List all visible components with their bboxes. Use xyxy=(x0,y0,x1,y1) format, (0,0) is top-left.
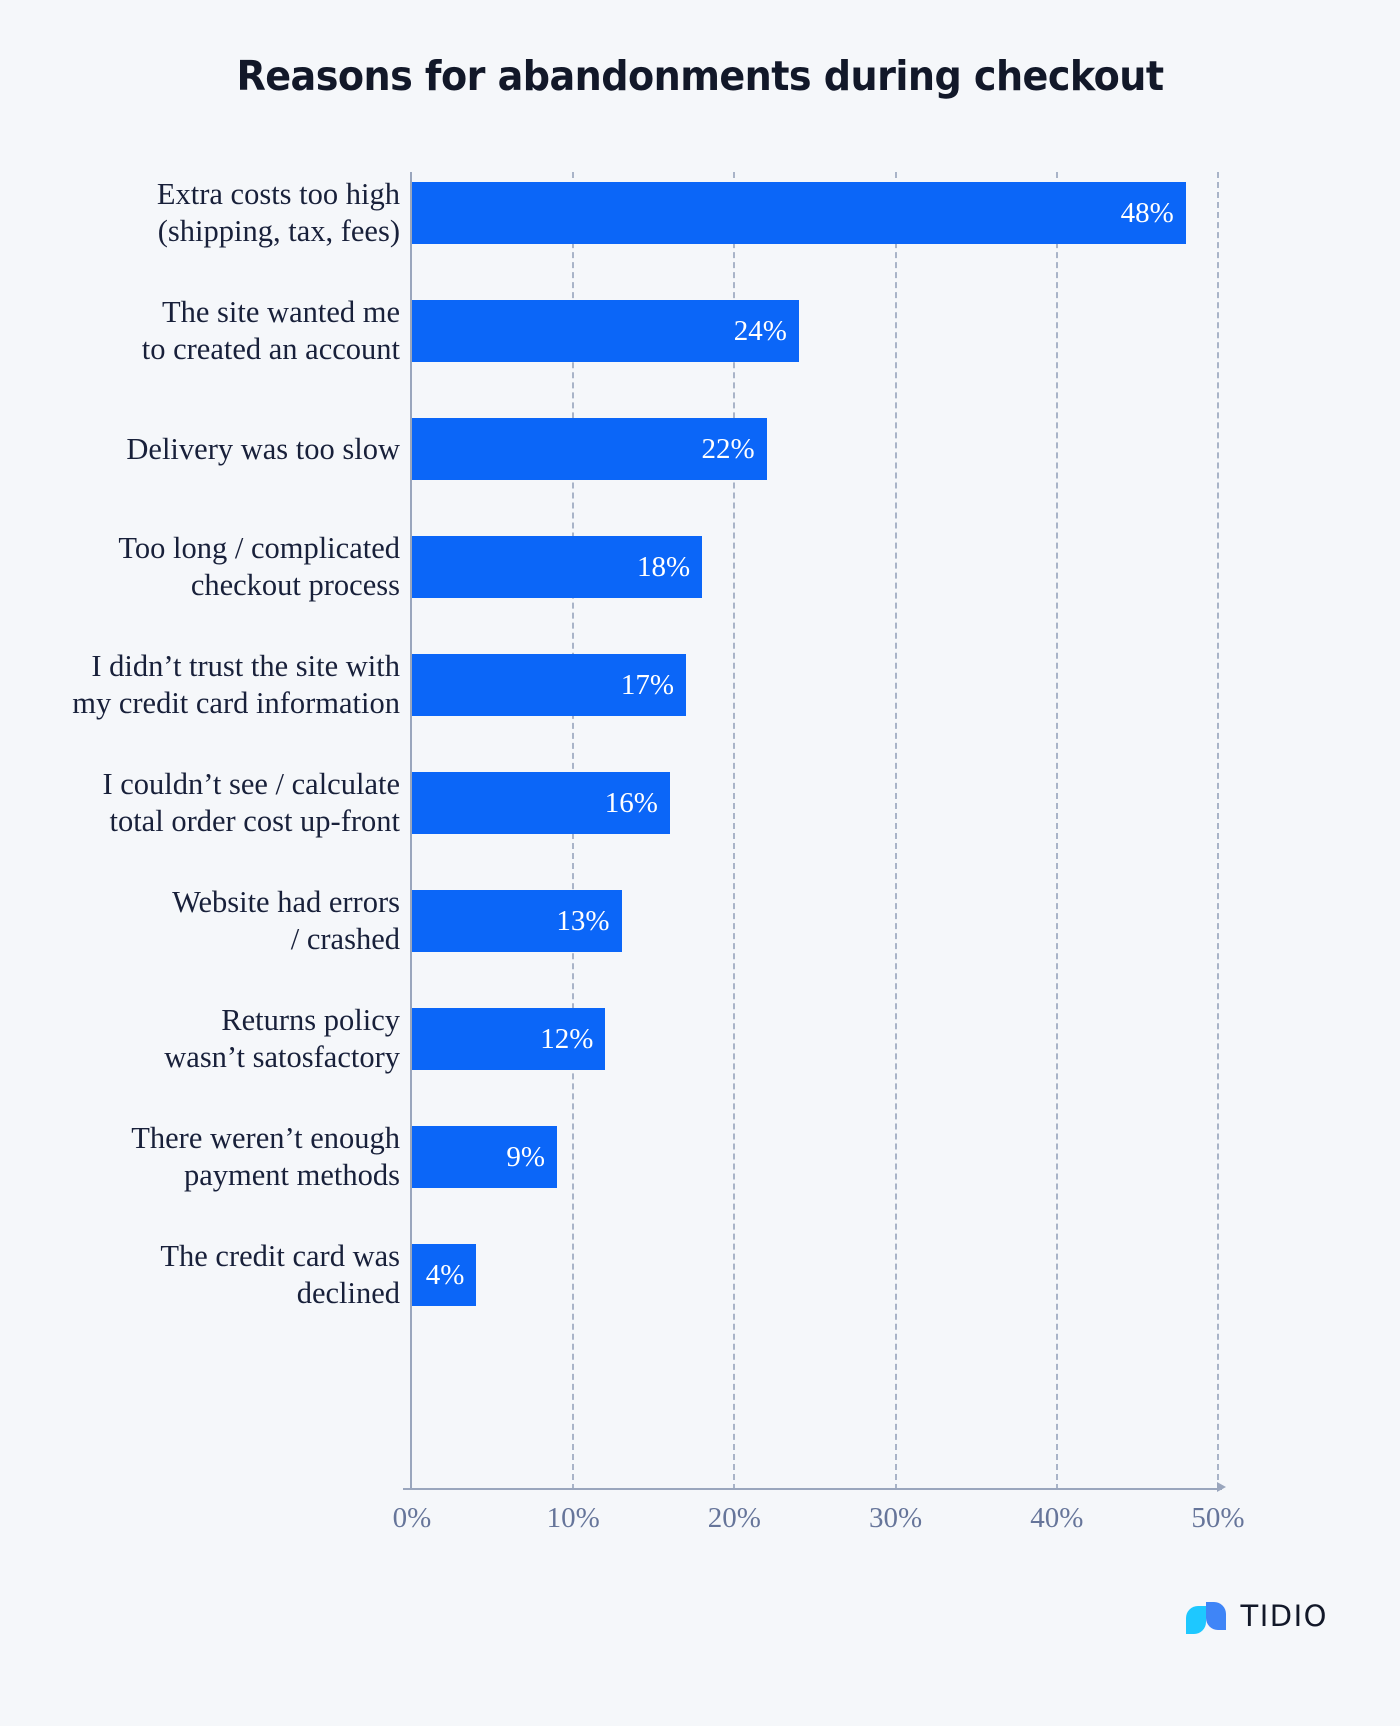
bar-value-label: 9% xyxy=(506,1140,546,1173)
tidio-logo: TIDIO xyxy=(1184,1596,1328,1636)
x-tick-label: 40% xyxy=(1030,1502,1084,1534)
bar-row: The credit card was declined 4% xyxy=(45,1239,1355,1362)
bar[interactable]: 48% xyxy=(412,182,1186,244)
bar-value-label: 12% xyxy=(540,1022,594,1055)
bar[interactable]: 4% xyxy=(412,1244,477,1306)
bar-value-label: 13% xyxy=(556,904,610,937)
category-label: The site wanted me to created an account xyxy=(141,295,400,366)
category-label: I couldn’t see / calculate total order c… xyxy=(102,767,400,838)
tidio-logo-icon xyxy=(1184,1596,1228,1636)
bar-value-label: 16% xyxy=(604,786,658,819)
category-label: Delivery was too slow xyxy=(126,431,400,466)
bar[interactable]: 12% xyxy=(412,1008,606,1070)
bar[interactable]: 13% xyxy=(412,890,622,952)
bar-row: I didn’t trust the site with my credit c… xyxy=(45,649,1355,772)
category-label: There weren’t enough payment methods xyxy=(131,1121,400,1192)
bar-chart: Extra costs too high (shipping, tax, fee… xyxy=(45,172,1355,1534)
x-axis-line xyxy=(410,1488,1222,1490)
category-label: The credit card was declined xyxy=(160,1239,400,1310)
x-tick-label: 20% xyxy=(707,1502,761,1534)
plot-area: Extra costs too high (shipping, tax, fee… xyxy=(45,172,1355,1534)
bar[interactable]: 9% xyxy=(412,1126,558,1188)
tidio-logo-text: TIDIO xyxy=(1240,1599,1328,1633)
category-label: Too long / complicated checkout process xyxy=(118,531,400,602)
chart-page: Reasons for abandonments during checkout… xyxy=(0,0,1400,1726)
x-tick-label: 30% xyxy=(869,1502,923,1534)
category-label: I didn’t trust the site with my credit c… xyxy=(72,649,400,720)
bar[interactable]: 24% xyxy=(412,300,799,362)
bar-value-label: 18% xyxy=(636,550,691,583)
bar-row: Returns policy wasn’t satosfactory 12% xyxy=(45,1003,1355,1126)
bar-row: There weren’t enough payment methods 9% xyxy=(45,1121,1355,1244)
page-title: Reasons for abandonments during checkout xyxy=(236,52,1164,100)
x-axis-arrow-icon xyxy=(1217,1482,1226,1492)
bar[interactable]: 17% xyxy=(412,654,687,716)
bar-row: Too long / complicated checkout process 1… xyxy=(45,531,1355,654)
category-label: Returns policy wasn’t satosfactory xyxy=(164,1003,400,1074)
bar-row: The site wanted me to created an account… xyxy=(45,295,1355,418)
bar[interactable]: 18% xyxy=(412,536,703,598)
bar-value-label: 24% xyxy=(733,314,787,347)
bar-row: Delivery was too slow 22% xyxy=(45,418,1355,536)
category-label: Extra costs too high (shipping, tax, fee… xyxy=(156,177,400,248)
bar-row: Extra costs too high (shipping, tax, fee… xyxy=(45,177,1355,300)
bar-value-label: 48% xyxy=(1120,196,1174,229)
x-tick-label: 50% xyxy=(1191,1502,1245,1534)
bar-row: I couldn’t see / calculate total order c… xyxy=(45,767,1355,890)
bar[interactable]: 16% xyxy=(412,772,670,834)
x-tick-label: 10% xyxy=(546,1502,600,1534)
x-tick-label: 0% xyxy=(392,1502,432,1534)
category-label: Website had errors / crashed xyxy=(172,885,400,956)
bar-row: Website had errors / crashed 13% xyxy=(45,885,1355,1008)
bar-value-label: 22% xyxy=(701,432,755,465)
bar[interactable]: 22% xyxy=(412,418,767,480)
bar-value-label: 17% xyxy=(620,668,675,701)
bar-value-label: 4% xyxy=(425,1258,465,1291)
